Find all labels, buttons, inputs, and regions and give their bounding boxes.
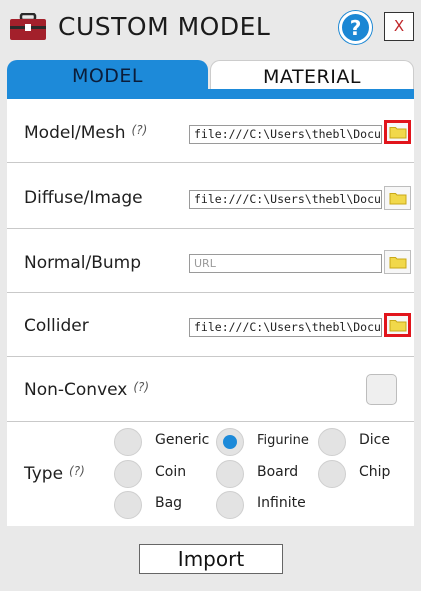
help-button[interactable]: ? — [339, 11, 372, 44]
row-diffuse-image: Diffuse/Image file:///C:\Users\thebl\Doc… — [7, 163, 414, 229]
tab-model[interactable]: MODEL — [7, 60, 208, 90]
model-mesh-browse-button[interactable] — [384, 120, 411, 144]
type-radio-board[interactable] — [216, 460, 244, 488]
model-panel: Model/Mesh (?) file:///C:\Users\thebl\Doc… — [7, 99, 414, 526]
type-radio-figurine[interactable] — [216, 428, 244, 456]
folder-icon — [389, 257, 406, 269]
type-radio-dice[interactable] — [318, 428, 346, 456]
type-option-label: Board — [257, 464, 299, 480]
row-normal-bump: Normal/Bump URL — [7, 229, 414, 293]
normal-bump-url-input[interactable]: URL — [189, 254, 382, 273]
toolbox-icon — [10, 13, 46, 40]
close-button[interactable]: X — [384, 12, 414, 41]
type-radio-bag[interactable] — [114, 491, 142, 519]
type-radio-chip[interactable] — [318, 460, 346, 488]
collider-label: Collider — [24, 316, 89, 336]
normal-bump-label: Normal/Bump — [24, 253, 142, 273]
window-title: CUSTOM MODEL — [58, 12, 271, 41]
type-radio-infinite[interactable] — [216, 491, 244, 519]
type-option-label: Dice — [359, 432, 390, 448]
type-radio-coin[interactable] — [114, 460, 142, 488]
type-radio-generic[interactable] — [114, 428, 142, 456]
model-mesh-url-input[interactable]: file:///C:\Users\thebl\Docum — [189, 125, 382, 144]
non-convex-help-hint[interactable]: (?) — [133, 380, 149, 394]
type-help-hint[interactable]: (?) — [69, 464, 85, 478]
collider-browse-button[interactable] — [384, 313, 411, 337]
type-option-label: Figurine — [257, 433, 309, 448]
row-collider: Collider file:///C:\Users\thebl\Docum — [7, 293, 414, 357]
tab-underline — [7, 89, 414, 99]
type-option-label: Coin — [155, 464, 187, 480]
type-option-label: Infinite — [257, 495, 306, 511]
diffuse-image-browse-button[interactable] — [384, 186, 411, 210]
normal-bump-browse-button[interactable] — [384, 250, 411, 274]
folder-icon — [389, 193, 406, 205]
import-button[interactable]: Import — [139, 544, 283, 574]
diffuse-image-url-input[interactable]: file:///C:\Users\thebl\Docum — [189, 190, 382, 209]
non-convex-checkbox[interactable] — [366, 374, 397, 405]
row-type: Type (?) Generic Figurine Dice Coin Board… — [7, 422, 414, 526]
non-convex-label: Non-Convex — [24, 380, 128, 400]
tab-material[interactable]: MATERIAL — [210, 60, 414, 90]
type-label: Type — [24, 464, 64, 484]
title-bar: CUSTOM MODEL ? X — [0, 0, 421, 56]
collider-url-input[interactable]: file:///C:\Users\thebl\Docum — [189, 318, 382, 337]
diffuse-image-label: Diffuse/Image — [24, 188, 143, 208]
row-non-convex: Non-Convex (?) — [7, 357, 414, 422]
model-mesh-help-hint[interactable]: (?) — [132, 123, 148, 137]
row-model-mesh: Model/Mesh (?) file:///C:\Users\thebl\Doc… — [7, 99, 414, 163]
type-option-label: Chip — [359, 464, 391, 480]
type-option-label: Generic — [155, 432, 210, 448]
model-mesh-label: Model/Mesh — [24, 123, 126, 143]
folder-icon — [389, 127, 406, 139]
type-option-label: Bag — [155, 495, 183, 511]
folder-icon — [389, 320, 406, 332]
